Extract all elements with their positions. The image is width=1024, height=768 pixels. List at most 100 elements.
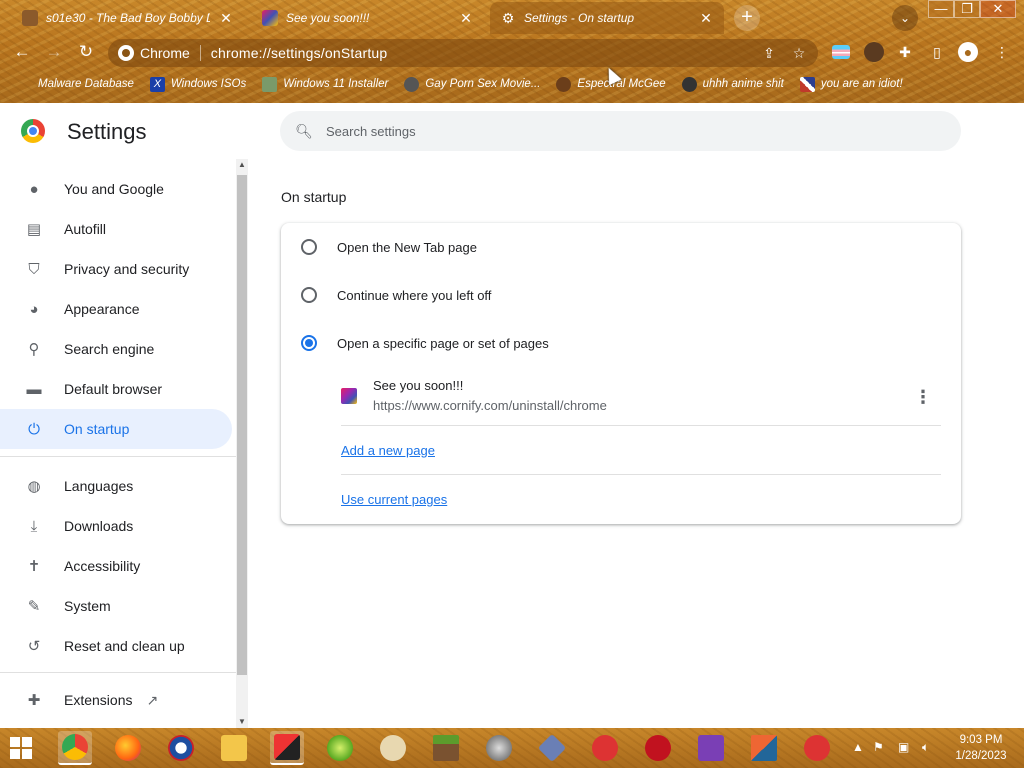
tab-favicon-icon	[262, 10, 278, 26]
radio-button-checked[interactable]	[301, 335, 317, 351]
sidebar-item-default-browser[interactable]: ▬ Default browser	[0, 369, 232, 409]
taskbar-app-book[interactable]	[747, 731, 781, 765]
tab-close-icon[interactable]: ✕	[458, 10, 474, 27]
sidebar-item-autofill[interactable]: ▤ Autofill	[0, 209, 232, 249]
bookmark-star-icon[interactable]: ☆	[788, 45, 810, 62]
new-tab-button[interactable]: +	[734, 5, 760, 31]
sidebar-item-system[interactable]: ✎ System	[0, 586, 232, 626]
sidebar-item-on-startup[interactable]: ⏻ On startup	[0, 409, 232, 449]
close-window-button[interactable]: ✕	[980, 0, 1016, 18]
reload-button[interactable]: ↻	[74, 40, 98, 64]
taskbar-app-skull[interactable]	[482, 731, 516, 765]
extension-flag-icon[interactable]	[832, 45, 850, 59]
tab-strip: s01e30 - The Bad Boy Bobby Danl ✕ See yo…	[0, 0, 1024, 34]
menu-kebab-icon[interactable]: ⋮	[992, 42, 1012, 62]
bookmark-label: Windows 11 Installer	[283, 78, 389, 90]
tab-video[interactable]: s01e30 - The Bad Boy Bobby Danl ✕	[12, 2, 244, 34]
option-label: Open the New Tab page	[337, 239, 477, 255]
sidebar-item-languages[interactable]: ◍ Languages	[0, 466, 232, 506]
option-continue[interactable]: Continue where you left off	[281, 271, 961, 319]
scroll-up-icon[interactable]: ▲	[236, 159, 248, 171]
maximize-button[interactable]: ❐	[954, 0, 980, 18]
bookmark-malware-database[interactable]: Malware Database	[38, 78, 134, 90]
tab-search-button[interactable]: ⌄	[892, 5, 918, 31]
extensions-puzzle-icon[interactable]: ✚	[895, 42, 915, 62]
sidebar-item-search-engine[interactable]: ⚲ Search engine	[0, 329, 232, 369]
use-current-pages-link[interactable]: Use current pages	[341, 492, 447, 507]
url-text[interactable]: chrome://settings/onStartup	[211, 45, 758, 61]
bookmark-windows-11-installer[interactable]: Windows 11 Installer	[262, 76, 389, 92]
profile-icon[interactable]: ●	[958, 42, 978, 62]
chrome-icon	[118, 45, 134, 61]
wrench-icon: ✎	[27, 598, 41, 615]
bookmark-you-are-an-idiot[interactable]: you are an idiot!	[799, 76, 903, 92]
sidebar-scrollbar[interactable]: ▲ ▼	[236, 159, 248, 728]
tab-close-icon[interactable]: ✕	[218, 10, 234, 27]
radio-button[interactable]	[301, 239, 317, 255]
search-settings-box[interactable]: 🔍︎	[280, 111, 961, 151]
bookmark-anime[interactable]: uhhh anime shit	[681, 76, 784, 92]
sidebar-item-label: On startup	[64, 421, 130, 437]
taskbar-app-p1[interactable]	[588, 731, 622, 765]
sidebar-item-extensions[interactable]: ✚ Extensions ↗	[0, 680, 232, 720]
tray-chevron-icon[interactable]: ▲	[852, 740, 864, 754]
taskbar-app-p2[interactable]	[800, 731, 834, 765]
add-new-page-link[interactable]: Add a new page	[341, 443, 435, 458]
scrollbar-thumb[interactable]	[237, 175, 247, 675]
sidebar-item-label: Privacy and security	[64, 261, 190, 277]
bookmark-label: Malware Database	[38, 78, 134, 90]
palette-icon: ◕	[29, 300, 39, 318]
download-icon: ⤓	[30, 517, 38, 535]
tab-close-icon[interactable]: ✕	[698, 10, 714, 27]
taskbar-minecraft[interactable]	[429, 731, 463, 765]
sidebar-item-downloads[interactable]: ⤓ Downloads	[0, 506, 232, 546]
forward-button[interactable]: →	[42, 40, 66, 64]
option-new-tab[interactable]: Open the New Tab page	[281, 223, 961, 271]
sidebar-item-privacy[interactable]: ⛉ Privacy and security	[0, 249, 232, 289]
extension-avatar-icon[interactable]	[864, 42, 884, 62]
bookmark-movie[interactable]: Gay Porn Sex Movie...	[404, 76, 540, 92]
radio-button[interactable]	[301, 287, 317, 303]
side-panel-icon[interactable]: ▯	[927, 42, 947, 62]
windows-start-icon[interactable]	[10, 737, 32, 759]
tab-settings[interactable]: ⚙ Settings - On startup ✕	[490, 2, 724, 34]
accessibility-icon: ✝	[27, 558, 41, 575]
address-bar[interactable]: Chrome chrome://settings/onStartup ⇪ ☆	[108, 39, 818, 67]
startup-page-url: https://www.cornify.com/uninstall/chrome	[373, 398, 607, 413]
option-specific-pages[interactable]: Open a specific page or set of pages	[281, 319, 961, 367]
flag-icon[interactable]: ⚑	[873, 740, 884, 754]
system-clock[interactable]: 9:03 PM 1/28/2023	[946, 732, 1016, 764]
taskbar-app-red[interactable]	[641, 731, 675, 765]
bookmark-windows-isos[interactable]: X Windows ISOs	[149, 76, 246, 92]
sidebar-item-you-and-google[interactable]: ● You and Google	[0, 169, 232, 209]
taskbar-file-explorer[interactable]	[217, 731, 251, 765]
more-actions-icon[interactable]: ⋮	[913, 385, 933, 409]
tab-see-you-soon[interactable]: See you soon!!! ✕	[252, 2, 484, 34]
shield-icon: ⛉	[28, 260, 40, 278]
taskbar-app-diamond[interactable]	[535, 731, 569, 765]
sidebar-item-appearance[interactable]: ◕ Appearance	[0, 289, 232, 329]
taskbar-app-obama[interactable]	[164, 731, 198, 765]
network-icon[interactable]: ▣	[898, 740, 909, 754]
browser-frame: s01e30 - The Bad Boy Bobby Danl ✕ See yo…	[0, 0, 1024, 103]
volume-icon[interactable]: 🔈︎	[922, 740, 929, 755]
minimize-button[interactable]: —	[928, 0, 954, 18]
taskbar-firefox[interactable]	[111, 731, 145, 765]
taskbar-visual-studio[interactable]	[694, 731, 728, 765]
share-icon[interactable]: ⇪	[758, 45, 780, 62]
taskbar-app-paint[interactable]	[270, 731, 304, 765]
bookmark-label: Espectral McGee	[577, 78, 666, 90]
sidebar-item-label: You and Google	[64, 181, 164, 197]
back-button[interactable]: ←	[10, 40, 34, 64]
search-input[interactable]	[326, 123, 926, 139]
taskbar-app-installer[interactable]	[376, 731, 410, 765]
taskbar-chrome[interactable]	[58, 731, 92, 765]
external-link-icon: ↗	[146, 691, 159, 708]
sidebar-item-label: Languages	[64, 478, 134, 494]
sidebar-item-reset[interactable]: ↺ Reset and clean up	[0, 626, 232, 666]
logo-icon	[168, 735, 194, 761]
sidebar-item-accessibility[interactable]: ✝ Accessibility	[0, 546, 232, 586]
scroll-down-icon[interactable]: ▼	[236, 716, 248, 728]
taskbar-app-green[interactable]	[323, 731, 357, 765]
sidebar-item-label: System	[64, 598, 111, 614]
